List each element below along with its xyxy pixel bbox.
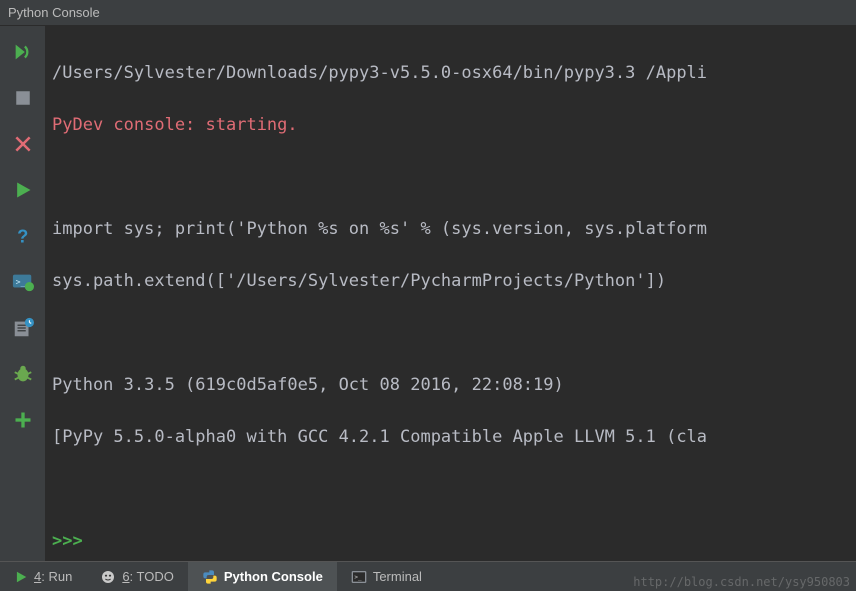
main-area: ? >_ bbox=[0, 26, 856, 561]
add-button[interactable] bbox=[9, 406, 37, 434]
title-text: Python Console bbox=[8, 5, 100, 20]
watermark: http://blog.csdn.net/ysy950803 bbox=[633, 575, 850, 589]
rerun-icon bbox=[12, 41, 34, 63]
console-output[interactable]: /Users/Sylvester/Downloads/pypy3-v5.5.0-… bbox=[46, 26, 856, 561]
python-icon bbox=[202, 569, 218, 585]
console-line: [PyPy 5.5.0-alpha0 with GCC 4.2.1 Compat… bbox=[52, 424, 852, 450]
console-line: sys.path.extend(['/Users/Sylvester/Pycha… bbox=[52, 268, 852, 294]
svg-text:>_: >_ bbox=[15, 277, 25, 287]
svg-text:>_: >_ bbox=[354, 574, 362, 581]
tab-todo[interactable]: 6: TODO bbox=[86, 562, 188, 591]
tab-python-console[interactable]: Python Console bbox=[188, 562, 337, 591]
console-toolbar: ? >_ bbox=[0, 26, 46, 561]
console-blank bbox=[52, 476, 852, 502]
tab-run[interactable]: 4: Run bbox=[0, 562, 86, 591]
todo-icon bbox=[100, 569, 116, 585]
stop-icon bbox=[14, 89, 32, 107]
svg-text:?: ? bbox=[17, 226, 28, 247]
console-line: /Users/Sylvester/Downloads/pypy3-v5.5.0-… bbox=[52, 60, 852, 86]
debug-button[interactable] bbox=[9, 360, 37, 388]
history-button[interactable] bbox=[9, 314, 37, 342]
console-blank bbox=[52, 320, 852, 346]
tab-terminal[interactable]: >_ Terminal bbox=[337, 562, 436, 591]
rerun-button[interactable] bbox=[9, 38, 37, 66]
terminal-icon: >_ bbox=[351, 570, 367, 584]
console-blank bbox=[52, 164, 852, 190]
console-line: Python 3.3.5 (619c0d5af0e5, Oct 08 2016,… bbox=[52, 372, 852, 398]
console-line: PyDev console: starting. bbox=[52, 112, 852, 138]
play-icon bbox=[14, 570, 28, 584]
help-button[interactable]: ? bbox=[9, 222, 37, 250]
play-button[interactable] bbox=[9, 176, 37, 204]
tool-window-bar: 4: Run 6: TODO Python Console >_ Termina… bbox=[0, 561, 856, 591]
play-icon bbox=[13, 180, 33, 200]
help-icon: ? bbox=[13, 225, 33, 247]
console-settings-button[interactable]: >_ bbox=[9, 268, 37, 296]
tab-label: 6: TODO bbox=[122, 569, 174, 584]
close-button[interactable] bbox=[9, 130, 37, 158]
tab-label: Terminal bbox=[373, 569, 422, 584]
debug-icon bbox=[12, 363, 34, 385]
tab-label: 4: Run bbox=[34, 569, 72, 584]
stop-button[interactable] bbox=[9, 84, 37, 112]
console-settings-icon: >_ bbox=[12, 272, 34, 292]
history-icon bbox=[12, 317, 34, 339]
title-bar: Python Console bbox=[0, 0, 856, 26]
console-prompt[interactable]: >>> bbox=[52, 528, 852, 554]
tab-label: Python Console bbox=[224, 569, 323, 584]
console-line: import sys; print('Python %s on %s' % (s… bbox=[52, 216, 852, 242]
close-icon bbox=[13, 134, 33, 154]
add-icon bbox=[13, 410, 33, 430]
